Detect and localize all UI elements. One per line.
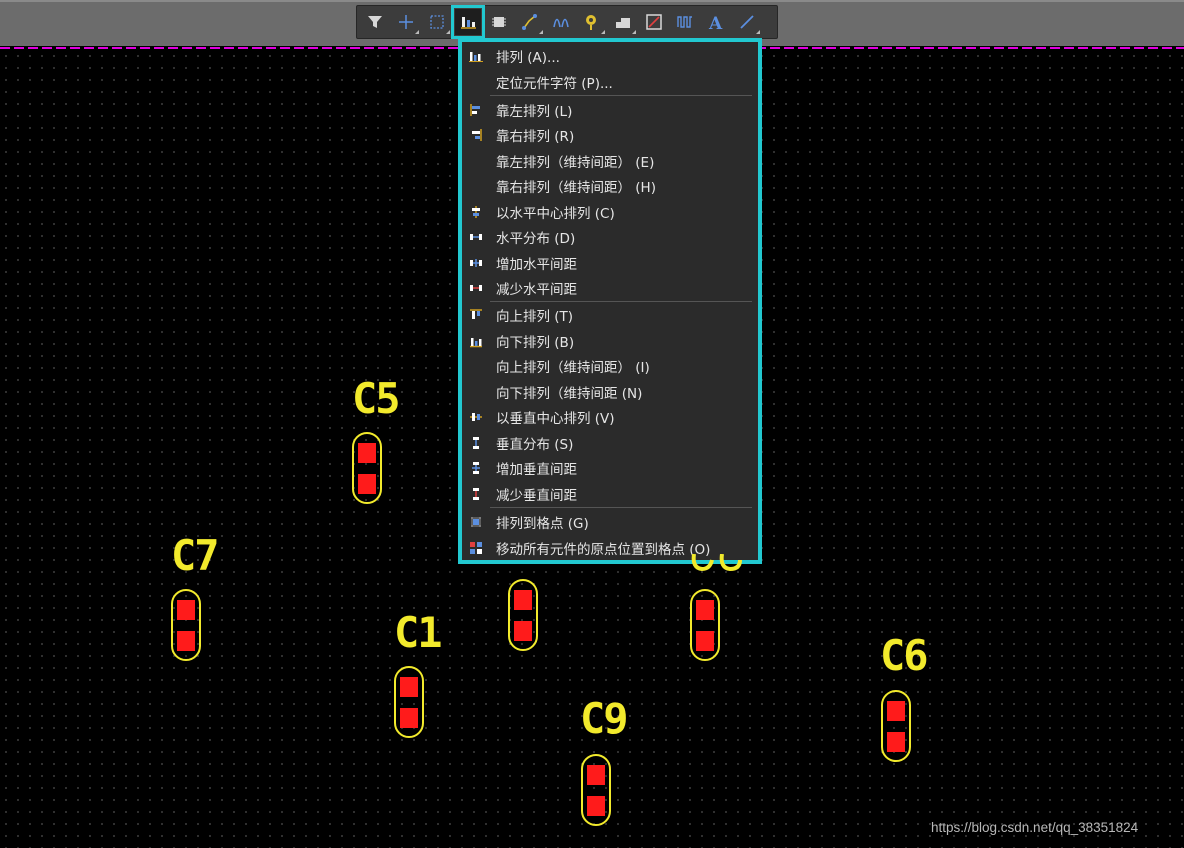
menu-item-align-top-maintain-spacing[interactable]: 向上排列（维持间距） (I) [462, 353, 758, 378]
align-icon [469, 51, 483, 62]
menu-item-increase-vertical-spacing[interactable]: 增加垂直间距 [462, 455, 758, 480]
menu-item-align-bottom-maintain-spacing[interactable]: 向下排列（维持间距 (N) [462, 379, 758, 404]
distribute-horizontal-icon [470, 233, 482, 240]
pad[interactable] [358, 443, 376, 463]
line-icon [740, 15, 754, 29]
align-bottom-icon [470, 337, 482, 347]
pad[interactable] [887, 732, 905, 752]
pad[interactable] [358, 474, 376, 494]
menu-item-distribute-horizontally[interactable]: 水平分布 (D) [462, 224, 758, 249]
move-origin-to-grid-icon [470, 541, 482, 554]
align-vertical-center-icon [470, 412, 482, 421]
fill-icon [616, 18, 630, 28]
via-button[interactable] [579, 9, 605, 35]
menu-item-align-vertical-center[interactable]: 以垂直中心排列 (V) [462, 404, 758, 429]
pad[interactable] [514, 590, 532, 610]
route-icon [522, 14, 537, 30]
decrease-vertical-spacing-icon [473, 487, 479, 500]
pad[interactable] [587, 796, 605, 816]
menu-item-position-designators[interactable]: 定位元件字符 (P)... [462, 69, 758, 94]
align-right-icon [472, 128, 482, 141]
align-menu: 排列 (A)... 定位元件字符 (P)... 靠左排列 (L) 靠右排列 (R… [458, 38, 762, 564]
filter-icon [368, 16, 382, 28]
align-button[interactable] [451, 5, 485, 39]
increase-horizontal-spacing-icon [470, 258, 482, 267]
menu-item-align-right[interactable]: 靠右排列 (R) [462, 122, 758, 147]
pad[interactable] [514, 621, 532, 641]
diff-pair-icon [553, 18, 569, 28]
active-bar-toolbar: A [356, 5, 778, 39]
place-line-button[interactable] [734, 9, 760, 35]
cross-probe-button[interactable] [393, 9, 419, 35]
fill-button[interactable] [610, 9, 636, 35]
text-icon: A [708, 14, 723, 31]
pad[interactable] [177, 600, 195, 620]
menu-separator [490, 95, 752, 96]
route-button[interactable] [517, 9, 543, 35]
designator-partial-glyphs [691, 554, 742, 572]
pad[interactable] [177, 631, 195, 651]
place-component-button[interactable] [486, 9, 512, 35]
increase-vertical-spacing-icon [472, 461, 480, 474]
menu-item-align[interactable]: 排列 (A)... [462, 43, 758, 68]
pad[interactable] [696, 600, 714, 620]
menu-separator [490, 507, 752, 508]
via-icon [586, 15, 596, 30]
watermark: https://blog.csdn.net/qq_38351824 [931, 820, 1139, 835]
component-icon [492, 17, 506, 27]
menu-item-align-left-maintain-spacing[interactable]: 靠左排列（维持间距） (E) [462, 148, 758, 173]
pad[interactable] [696, 631, 714, 651]
polygon-button[interactable] [641, 9, 667, 35]
menu-item-align-bottom[interactable]: 向下排列 (B) [462, 328, 758, 353]
menu-item-align-top[interactable]: 向上排列 (T) [462, 302, 758, 327]
designator-partial [690, 554, 750, 574]
align-icon [461, 17, 476, 29]
designator-c9: C9 [580, 694, 629, 743]
distribute-vertical-icon [473, 436, 479, 449]
filter-button[interactable] [362, 9, 388, 35]
menu-item-increase-horizontal-spacing[interactable]: 增加水平间距 [462, 250, 758, 275]
menu-item-align-horizontal-center[interactable]: 以水平中心排列 (C) [462, 199, 758, 224]
menu-item-align-right-maintain-spacing[interactable]: 靠右排列（维持间距） (H) [462, 173, 758, 198]
designator-c6: C6 [880, 631, 929, 680]
length-tuning-icon [677, 16, 692, 28]
pad[interactable] [400, 677, 418, 697]
align-horizontal-center-icon [472, 205, 480, 218]
designator-c1: C1 [394, 608, 443, 657]
select-rectangle-icon [430, 15, 444, 29]
pad[interactable] [587, 765, 605, 785]
place-string-button[interactable]: A [703, 9, 729, 35]
menu-item-decrease-vertical-spacing[interactable]: 减少垂直间距 [462, 481, 758, 506]
pad[interactable] [400, 708, 418, 728]
align-left-icon [470, 103, 480, 116]
pad[interactable] [887, 701, 905, 721]
menu-item-align-left[interactable]: 靠左排列 (L) [462, 97, 758, 122]
designator-c5: C5 [352, 374, 401, 423]
menu-item-decrease-horizontal-spacing[interactable]: 减少水平间距 [462, 275, 758, 300]
menu-item-align-to-grid[interactable]: 排列到格点 (G) [462, 509, 758, 534]
designator-c7: C7 [171, 531, 220, 580]
align-top-icon [470, 308, 482, 319]
svg-text:A: A [708, 14, 723, 31]
diff-pair-button[interactable] [548, 9, 574, 35]
decrease-horizontal-spacing-icon [470, 284, 482, 291]
menu-item-distribute-vertically[interactable]: 垂直分布 (S) [462, 430, 758, 455]
crosshair-icon [399, 15, 413, 29]
align-to-grid-icon [471, 516, 481, 527]
polygon-icon [646, 14, 662, 30]
length-tuning-button[interactable] [672, 9, 698, 35]
select-button[interactable] [424, 9, 450, 35]
